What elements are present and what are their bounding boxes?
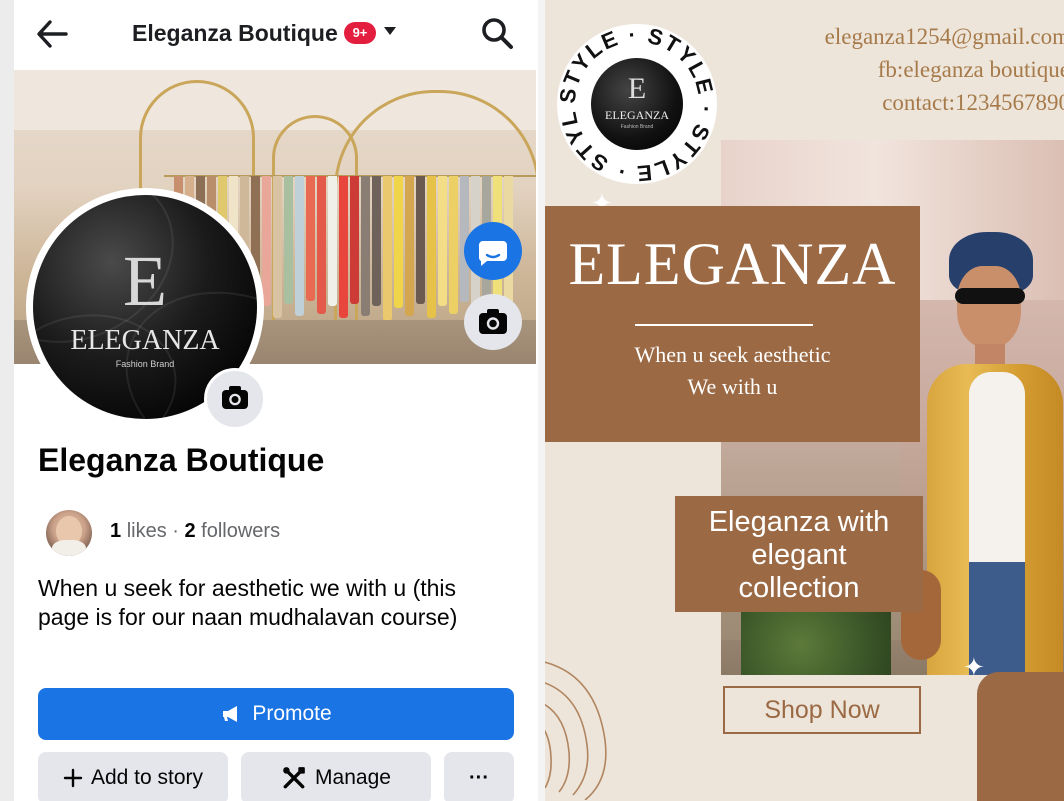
poster-email: eleganza1254@gmail.com <box>824 24 1064 49</box>
shop-now-button: Shop Now <box>723 686 921 734</box>
collection-line-1: Eleganza with <box>708 506 890 538</box>
promote-button[interactable]: Promote <box>38 688 514 740</box>
collection-line-3: collection <box>738 572 860 604</box>
poster-brand-name: ELEGANZA <box>568 231 897 297</box>
stats-separator: · <box>172 520 185 542</box>
collection-line-2: elegant <box>751 539 847 571</box>
stamp-brand: ELEGANZA <box>605 108 669 122</box>
plus-icon <box>63 768 83 788</box>
logo-brand-sub: Fashion Brand <box>115 359 175 369</box>
line-art-decoration <box>545 661 607 800</box>
chevron-down-icon[interactable] <box>384 27 396 35</box>
page-title: Eleganza Boutique <box>38 442 325 478</box>
promote-label: Promote <box>252 702 332 725</box>
manage-button[interactable]: Manage <box>241 752 431 801</box>
poster-tagline-1: When u seek aesthetic <box>634 342 831 367</box>
chat-icon <box>478 241 507 266</box>
panel-divider <box>538 0 545 801</box>
camera-icon <box>222 386 248 409</box>
sparkle-icon: ✦ <box>963 652 985 682</box>
poster-image: eleganza1254@gmail.com fb:eleganza bouti… <box>545 0 1064 801</box>
top-app-bar: Eleganza Boutique 9+ <box>14 0 538 68</box>
stamp-logo-disc: E ELEGANZA Fashion Brand <box>591 58 683 150</box>
add-to-story-button[interactable]: Add to story <box>38 752 228 801</box>
messenger-button[interactable] <box>464 222 522 280</box>
likes-label: likes <box>126 520 167 542</box>
facebook-page-screen: Eleganza Boutique 9+ E ELEGANZA Fashion … <box>0 0 538 801</box>
logo-monogram: E <box>123 241 167 321</box>
poster-brand-box: ELEGANZA When u seek aesthetic We with u <box>545 206 920 442</box>
edit-profile-picture-button[interactable] <box>204 368 266 430</box>
megaphone-icon <box>223 706 238 722</box>
page-name-header[interactable]: Eleganza Boutique <box>132 20 338 47</box>
followers-label: followers <box>201 520 281 542</box>
logo-brand-name: ELEGANZA <box>70 325 220 356</box>
poster-phone: contact:1234567890 <box>882 90 1064 115</box>
friend-avatar[interactable] <box>46 510 92 556</box>
poster-facebook: fb:eleganza boutique <box>877 57 1064 82</box>
poster-corner-block <box>977 672 1064 801</box>
search-icon[interactable] <box>480 16 514 50</box>
more-options-button[interactable]: ··· <box>444 752 514 801</box>
back-arrow-icon[interactable] <box>34 16 70 52</box>
notification-badge[interactable]: 9+ <box>344 22 376 44</box>
screen-edge <box>0 0 14 801</box>
style-stamp-logo: STYLE · STYLE · STYLE · STYLE · E ELEGAN… <box>557 24 717 184</box>
poster-contact-block: eleganza1254@gmail.com fb:eleganza bouti… <box>825 20 1064 119</box>
poster-collection-text: Eleganza with elegant collection <box>675 506 923 605</box>
followers-count: 2 <box>184 520 196 542</box>
stamp-monogram: E <box>627 72 647 105</box>
stamp-brand-sub: Fashion Brand <box>620 124 654 130</box>
add-to-story-label: Add to story <box>90 766 204 789</box>
more-dots-icon: ··· <box>469 766 489 789</box>
poster-tagline-2: We with u <box>687 374 778 399</box>
poster-rule <box>635 324 813 326</box>
likes-count: 1 <box>110 520 122 542</box>
edit-cover-button[interactable] <box>464 294 522 350</box>
page-description: When u seek for aesthetic we with u (thi… <box>38 575 458 630</box>
page-stats[interactable]: 1 likes · 2 followers <box>110 520 280 543</box>
manage-label: Manage <box>315 766 391 789</box>
tools-icon <box>283 767 305 789</box>
poster-collection-box: Eleganza with elegant collection <box>675 496 923 612</box>
camera-icon <box>479 309 507 334</box>
